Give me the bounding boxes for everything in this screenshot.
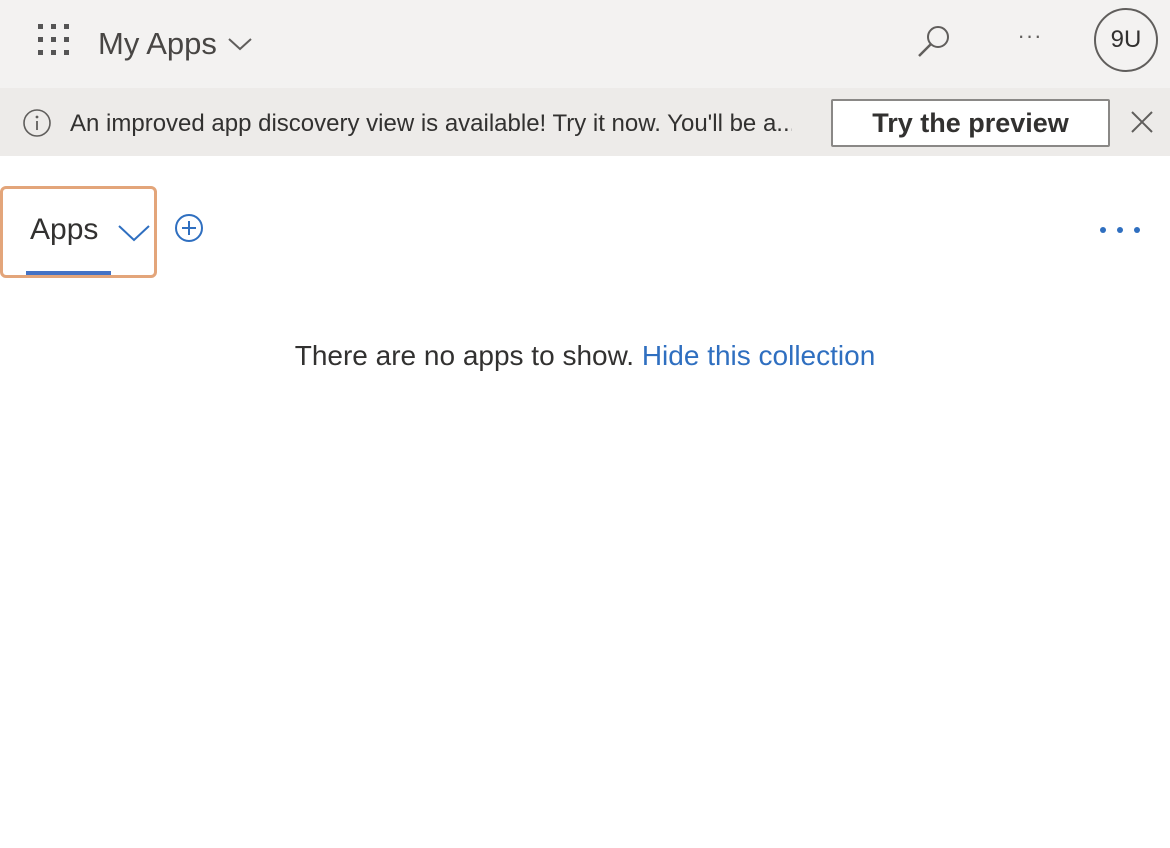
tab-apps[interactable]: Apps [0,186,157,278]
info-icon [23,109,51,137]
app-title: My Apps [98,26,217,61]
tab-apps-label: Apps [30,213,99,246]
waffle-icon[interactable] [38,24,70,56]
add-icon[interactable] [174,213,204,243]
top-bar: My Apps ··· 9U [0,0,1170,88]
hide-collection-link[interactable]: Hide this collection [642,340,875,371]
chevron-down-icon [228,38,252,51]
preview-banner: An improved app discovery view is availa… [0,88,1170,156]
avatar[interactable]: 9U [1094,8,1158,72]
try-preview-button[interactable]: Try the preview [831,99,1110,147]
close-icon[interactable] [1124,104,1160,140]
empty-state: There are no apps to show. Hide this col… [0,336,1170,376]
more-options-button[interactable]: ··· [1008,18,1052,62]
search-icon[interactable] [912,20,956,64]
ellipsis-icon[interactable] [1100,218,1160,242]
chevron-down-icon [118,225,150,242]
active-tab-indicator [26,271,111,275]
banner-message: An improved app discovery view is availa… [70,110,792,137]
empty-message: There are no apps to show. [294,340,635,371]
app-title-menu[interactable]: My Apps [98,24,253,64]
